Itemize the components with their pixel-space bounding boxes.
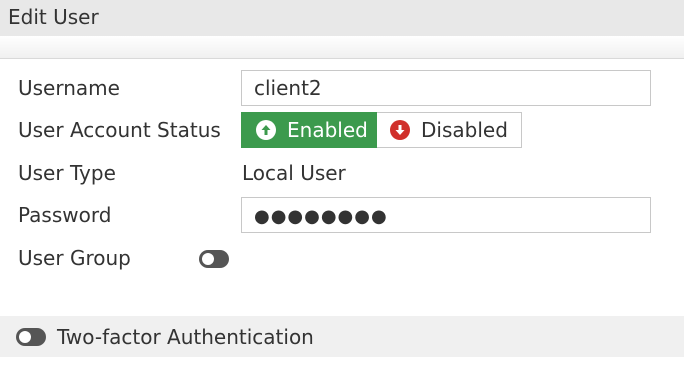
user-group-label: User Group [18, 246, 131, 270]
two-factor-toggle[interactable] [16, 328, 46, 346]
username-input[interactable]: client2 [241, 70, 651, 106]
header-divider [0, 36, 684, 59]
toggle-knob [19, 331, 31, 343]
status-disabled-label: Disabled [421, 118, 508, 142]
password-field[interactable]: ●●●●●●●● [241, 197, 651, 233]
dialog-title-bar: Edit User [0, 0, 684, 36]
dialog-title: Edit User [8, 5, 99, 29]
status-enabled-label: Enabled [287, 118, 368, 142]
edit-user-page: Edit User Username client2 User Account … [0, 0, 684, 374]
user-type-value: Local User [242, 161, 346, 185]
account-status-toggle-group: Enabled Disabled [241, 112, 522, 148]
status-disabled-button[interactable]: Disabled [377, 112, 522, 148]
user-group-toggle[interactable] [199, 250, 229, 268]
user-type-label: User Type [18, 161, 116, 185]
toggle-knob [202, 253, 214, 265]
password-masked-value: ●●●●●●●● [254, 206, 388, 227]
username-label: Username [18, 76, 120, 100]
account-status-label: User Account Status [18, 118, 221, 142]
arrow-up-circle-icon [256, 120, 276, 140]
two-factor-label: Two-factor Authentication [57, 325, 314, 349]
two-factor-section: Two-factor Authentication [0, 316, 684, 357]
username-value: client2 [254, 76, 322, 100]
password-label: Password [18, 203, 112, 227]
arrow-down-circle-icon [390, 120, 410, 140]
status-enabled-button[interactable]: Enabled [241, 112, 377, 148]
